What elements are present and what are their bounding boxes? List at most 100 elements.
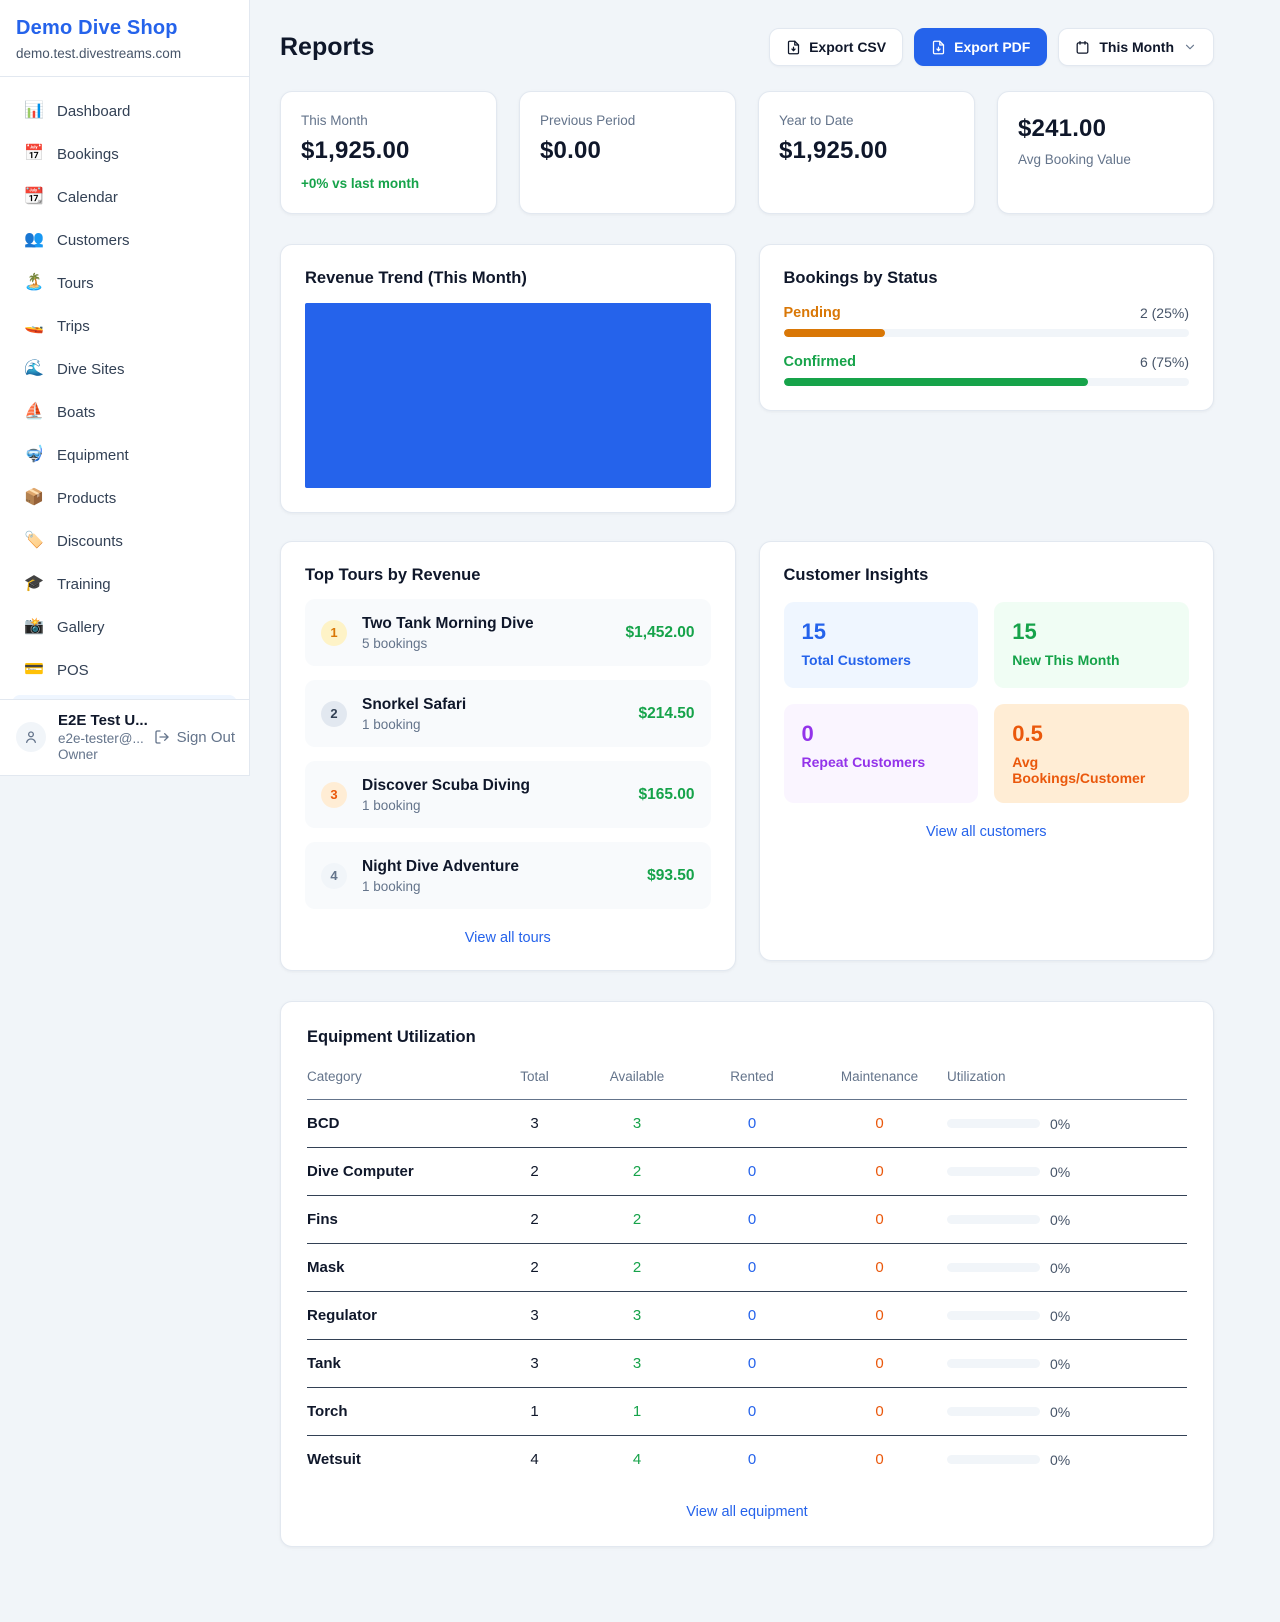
cell-category: Wetsuit [307, 1436, 487, 1484]
cell-total: 3 [487, 1292, 582, 1340]
stat-label: Avg Booking Value [1018, 152, 1193, 167]
customer-insights-title: Customer Insights [784, 566, 1190, 585]
cell-rented: 0 [692, 1292, 812, 1340]
tour-revenue: $214.50 [638, 705, 694, 723]
sidebar-item-dashboard[interactable]: 📊 Dashboard [12, 93, 237, 129]
cell-available: 2 [582, 1244, 692, 1292]
bookings-calendar-icon: 📅 [24, 146, 44, 162]
sidebar-item-discounts[interactable]: 🏷️Discounts [12, 523, 237, 559]
table-row: Dive Computer 2 2 0 0 0% [307, 1148, 1187, 1196]
diving-mask-icon: 🤿 [24, 447, 44, 463]
view-all-customers-link[interactable]: View all customers [784, 824, 1190, 840]
utilization-track [947, 1263, 1040, 1272]
tour-revenue: $165.00 [638, 786, 694, 804]
column-header-category: Category [307, 1061, 487, 1100]
graduation-cap-icon: 🎓 [24, 576, 44, 592]
avatar [16, 722, 46, 752]
sidebar-item-label: Training [57, 576, 111, 593]
cell-utilization: 0% [947, 1292, 1187, 1340]
cell-rented: 0 [692, 1148, 812, 1196]
cell-maintenance: 0 [812, 1148, 947, 1196]
sign-out-button[interactable]: Sign Out [154, 729, 235, 746]
sidebar-item-label: Gallery [57, 619, 105, 636]
insight-grid: 15 Total Customers 15 New This Month 0 R… [784, 602, 1190, 803]
stat-card-avg-booking-value: $241.00 Avg Booking Value [997, 91, 1214, 214]
view-all-equipment-link[interactable]: View all equipment [307, 1504, 1187, 1520]
equipment-utilization-title: Equipment Utilization [307, 1028, 1187, 1047]
sidebar-item-label: Calendar [57, 189, 118, 206]
sidebar-item-trips[interactable]: 🚤Trips [12, 308, 237, 344]
utilization-track [947, 1167, 1040, 1176]
view-all-tours-link[interactable]: View all tours [305, 930, 711, 946]
utilization-text: 0% [1050, 1452, 1070, 1468]
column-header-total: Total [487, 1061, 582, 1100]
cell-available: 2 [582, 1196, 692, 1244]
sidebar-item-dive-sites[interactable]: 🌊Dive Sites [12, 351, 237, 387]
utilization-text: 0% [1050, 1116, 1070, 1132]
package-icon: 📦 [24, 490, 44, 506]
tour-bookings: 1 booking [362, 798, 530, 813]
export-csv-button[interactable]: Export CSV [769, 28, 903, 66]
cell-total: 1 [487, 1388, 582, 1436]
cell-category: Torch [307, 1388, 487, 1436]
shop-name: Demo Dive Shop [16, 17, 233, 40]
tour-info: Two Tank Morning Dive 5 bookings [362, 615, 534, 651]
camera-icon: 📸 [24, 619, 44, 635]
period-select[interactable]: This Month [1058, 28, 1214, 66]
island-icon: 🏝️ [24, 275, 44, 291]
user-name: E2E Test U... [58, 712, 142, 729]
user-role: Owner [58, 747, 142, 762]
sidebar-item-training[interactable]: 🎓 Training [12, 566, 237, 602]
utilization-text: 0% [1050, 1404, 1070, 1420]
utilization-track [947, 1455, 1040, 1464]
customers-icon: 👥 [24, 232, 44, 248]
page-title: Reports [280, 33, 374, 62]
revenue-trend-title: Revenue Trend (This Month) [305, 269, 711, 288]
stats-row: This Month $1,925.00 +0% vs last month P… [280, 91, 1214, 214]
user-meta: E2E Test U... e2e-tester@... Owner [58, 712, 142, 762]
sidebar-item-customers[interactable]: 👥 Customers [12, 222, 237, 258]
sidebar-item-label: Dashboard [57, 103, 130, 120]
sidebar-item-pos[interactable]: 💳POS [12, 652, 237, 688]
sidebar-item-label: Customers [57, 232, 130, 249]
sidebar-item-gallery[interactable]: 📸 Gallery [12, 609, 237, 645]
stat-value: $0.00 [540, 137, 715, 165]
sidebar-item-tours[interactable]: 🏝️Tours [12, 265, 237, 301]
cell-total: 3 [487, 1340, 582, 1388]
progress-track [784, 378, 1190, 386]
insight-label: Total Customers [802, 652, 961, 668]
speedboat-icon: 🚤 [24, 318, 44, 334]
sailboat-icon: ⛵ [24, 404, 44, 420]
cell-total: 2 [487, 1148, 582, 1196]
utilization-text: 0% [1050, 1212, 1070, 1228]
tour-revenue: $1,452.00 [626, 624, 695, 642]
sidebar-item-boats[interactable]: ⛵Boats [12, 394, 237, 430]
cell-maintenance: 0 [812, 1388, 947, 1436]
sidebar-item-bookings[interactable]: 📅Bookings [12, 136, 237, 172]
insight-value: 15 [1012, 619, 1171, 645]
shop-domain: demo.test.divestreams.com [16, 46, 233, 61]
top-tours-title: Top Tours by Revenue [305, 566, 711, 585]
period-label: This Month [1099, 39, 1174, 55]
sidebar-item-equipment[interactable]: 🤿 Equipment [12, 437, 237, 473]
dashboard-icon: 📊 [24, 103, 44, 119]
cell-utilization: 0% [947, 1340, 1187, 1388]
stat-label: Year to Date [779, 113, 954, 128]
cell-total: 2 [487, 1244, 582, 1292]
cell-utilization: 0% [947, 1244, 1187, 1292]
stat-label: Previous Period [540, 113, 715, 128]
export-pdf-button[interactable]: Export PDF [914, 28, 1047, 66]
file-download-icon [786, 40, 801, 55]
sidebar-item-products[interactable]: 📦 Products [12, 480, 237, 516]
table-row: Wetsuit 4 4 0 0 0% [307, 1436, 1187, 1484]
cell-available: 2 [582, 1148, 692, 1196]
sidebar-item-label: Equipment [57, 447, 129, 464]
sidebar-item-calendar[interactable]: 📆Calendar [12, 179, 237, 215]
tour-info: Snorkel Safari 1 booking [362, 696, 466, 732]
table-row: Tank 3 3 0 0 0% [307, 1340, 1187, 1388]
sidebar-item-label: Products [57, 490, 116, 507]
utilization-text: 0% [1050, 1356, 1070, 1372]
logout-icon [154, 729, 170, 745]
cell-total: 2 [487, 1196, 582, 1244]
cell-utilization: 0% [947, 1436, 1187, 1484]
